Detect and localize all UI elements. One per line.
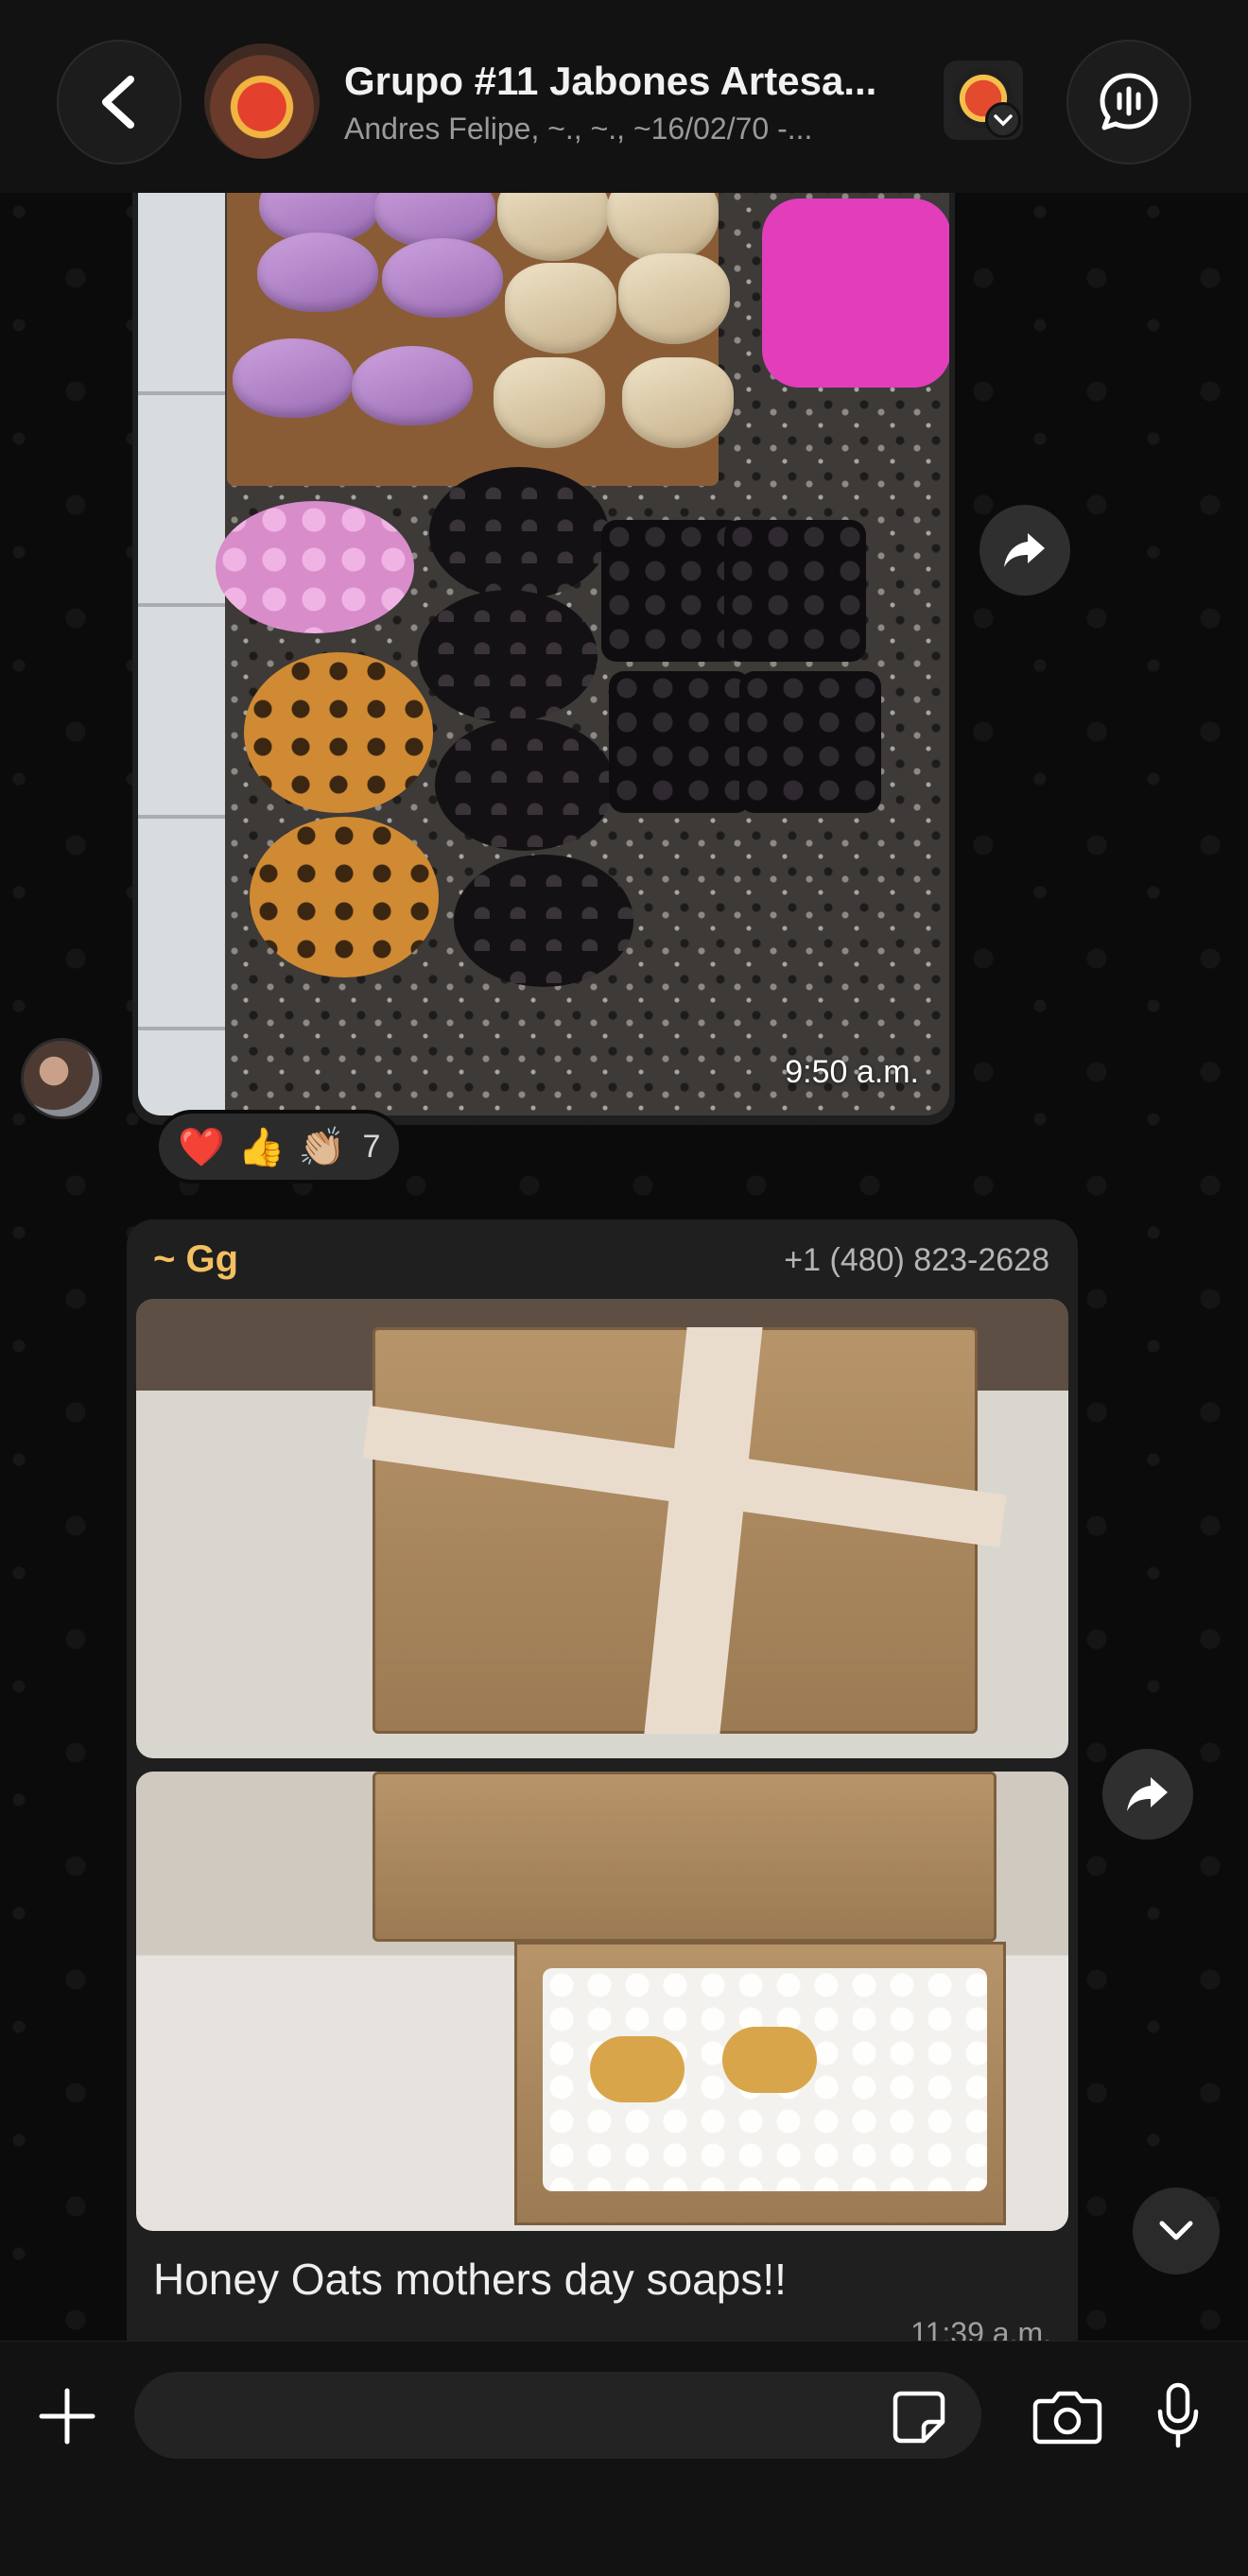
voice-chat-button[interactable] [1066, 40, 1191, 164]
voice-chat-icon [1100, 73, 1158, 130]
group-members[interactable]: Andres Felipe, ~., ~., ~16/02/70 -... [344, 112, 930, 147]
photo-soap [618, 253, 730, 344]
photo-tile-wall [138, 193, 225, 1115]
album-message[interactable]: ~ Gg +1 (480) 823-2628 Honey Oats mother… [127, 1219, 1078, 2341]
sticker-button[interactable] [889, 2387, 949, 2447]
chevron-down-icon [1159, 2221, 1193, 2240]
soap-photo[interactable]: 9:50 a.m. [138, 193, 949, 1115]
sticker-icon [893, 2391, 945, 2444]
photo-bee-decoration [722, 2027, 817, 2093]
photo-soap [454, 855, 633, 987]
author-phone[interactable]: +1 (480) 823-2628 [784, 1242, 1049, 1279]
message-time: 11:39 a.m. [910, 2316, 1051, 2341]
photo-soap [505, 263, 616, 354]
photo-soap [352, 346, 473, 425]
back-button[interactable] [57, 40, 182, 164]
photo-soap [216, 501, 414, 633]
message-composer [0, 2341, 1248, 2576]
camera-button[interactable] [1029, 2383, 1106, 2449]
sender-avatar[interactable] [21, 1038, 102, 1119]
photo-soap [418, 590, 598, 722]
image-message[interactable]: 9:50 a.m. [132, 193, 955, 1125]
reaction-clap: 👏🏼 [298, 1126, 346, 1168]
message-author[interactable]: ~ Gg [153, 1238, 238, 1281]
photo-soap [609, 671, 751, 813]
photo-soap [250, 817, 439, 977]
chevron-down-icon [985, 102, 1021, 138]
message-input[interactable] [134, 2372, 981, 2459]
group-title[interactable]: Grupo #11 Jabones Artesa... [344, 59, 930, 104]
scroll-to-bottom-button[interactable] [1133, 2187, 1220, 2274]
photo-soap [724, 520, 866, 662]
forward-button[interactable] [979, 505, 1070, 596]
album-photo[interactable] [136, 1299, 1068, 1758]
photo-soap [244, 652, 433, 813]
photo-soap [494, 357, 605, 448]
message-time: 9:50 a.m. [785, 1054, 919, 1090]
chevron-left-icon [102, 76, 134, 129]
forward-icon [1004, 533, 1045, 567]
photo-soap [739, 671, 881, 813]
microphone-icon [1157, 2382, 1199, 2448]
reaction-thumbs-up: 👍 [237, 1126, 286, 1168]
photo-box-lid [373, 1772, 997, 1942]
reaction-count: 7 [362, 1128, 381, 1165]
plus-icon [39, 2388, 95, 2445]
chat-area[interactable]: 9:50 a.m. ❤️ 👍 👏🏼 7 ~ Gg +1 (480) 823-26… [0, 193, 1248, 2341]
forward-button[interactable] [1102, 1749, 1193, 1840]
community-badge[interactable] [944, 61, 1023, 140]
chat-header: Grupo #11 Jabones Artesa... Andres Felip… [0, 0, 1248, 193]
photo-soap [382, 238, 503, 318]
photo-soap [622, 357, 734, 448]
group-avatar[interactable] [204, 43, 320, 159]
photo-silicone-mold [762, 199, 949, 388]
forward-icon [1127, 1777, 1168, 1811]
photo-soap [601, 520, 743, 662]
reaction-heart: ❤️ [178, 1126, 225, 1168]
photo-soap [429, 467, 609, 599]
photo-soap [257, 233, 378, 312]
camera-icon [1032, 2391, 1102, 2445]
message-reactions[interactable]: ❤️ 👍 👏🏼 7 [155, 1110, 404, 1184]
microphone-button[interactable] [1140, 2376, 1216, 2455]
album-photo[interactable] [136, 1772, 1068, 2231]
photo-soap [435, 718, 615, 851]
message-caption: Honey Oats mothers day soaps!! [153, 2255, 787, 2304]
attach-button[interactable] [32, 2381, 102, 2451]
photo-soap [233, 338, 354, 418]
photo-bee-decoration [590, 2036, 685, 2102]
